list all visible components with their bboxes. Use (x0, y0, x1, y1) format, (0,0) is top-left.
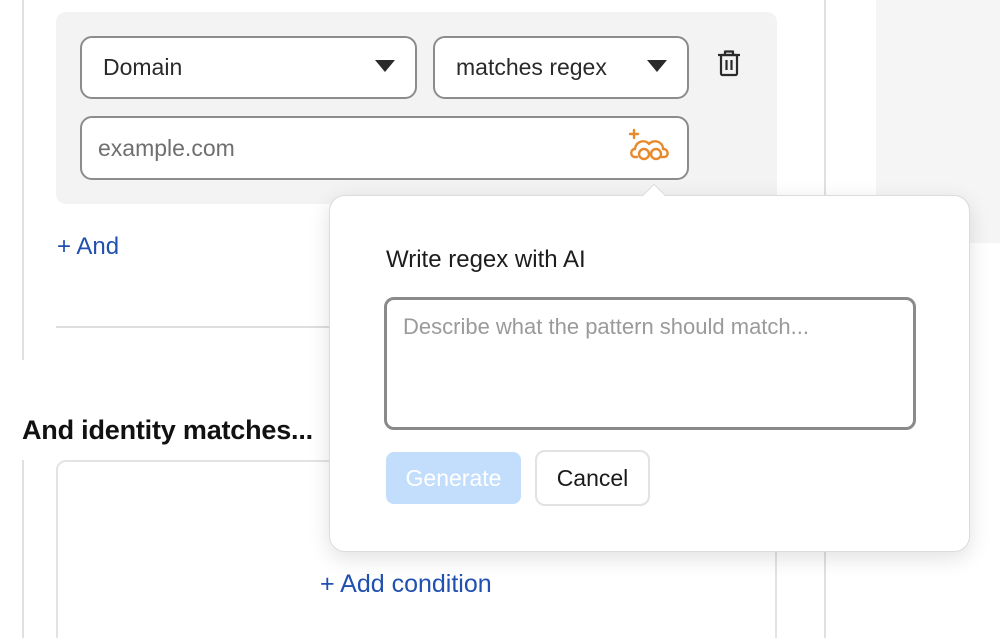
left-border-line-lower (22, 460, 24, 638)
add-and-button[interactable]: + And (57, 233, 119, 261)
trash-icon[interactable] (717, 49, 741, 77)
field-select[interactable]: Domain (80, 36, 417, 99)
chevron-down-icon (647, 60, 667, 72)
field-select-value: Domain (103, 54, 183, 80)
ai-regex-popover: Write regex with AI Generate Cancel (329, 183, 970, 552)
regex-description-textarea[interactable] (384, 297, 916, 430)
generate-button[interactable]: Generate (386, 452, 521, 504)
regex-value-input[interactable] (98, 118, 618, 178)
left-border-line (22, 0, 24, 360)
operator-select-value: matches regex (456, 54, 607, 80)
identity-section-title: And identity matches... (22, 415, 313, 445)
divider (56, 326, 346, 328)
popover-title: Write regex with AI (386, 246, 586, 273)
add-condition-button[interactable]: + Add condition (320, 570, 492, 599)
cancel-button[interactable]: Cancel (535, 450, 650, 506)
operator-select[interactable]: matches regex (433, 36, 689, 99)
regex-value-field (80, 116, 689, 180)
chevron-down-icon (375, 60, 395, 72)
ai-sparkle-icon[interactable] (627, 127, 673, 167)
